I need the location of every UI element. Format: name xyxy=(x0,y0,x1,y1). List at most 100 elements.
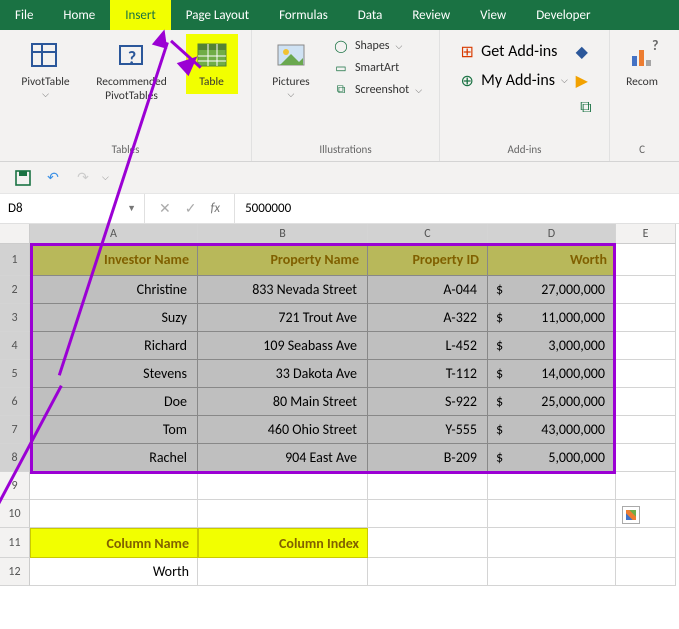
cell-investor[interactable]: Rachel xyxy=(30,444,198,472)
cell-property-id[interactable]: L-452 xyxy=(368,332,488,360)
my-addins-button[interactable]: ⊕My Add-ins ⌵ ▶ xyxy=(455,69,594,92)
cell-empty[interactable] xyxy=(368,528,488,558)
screenshot-button[interactable]: ⧉Screenshot ⌵ xyxy=(329,80,426,100)
cell-empty[interactable] xyxy=(488,500,616,528)
fx-icon[interactable]: fx xyxy=(210,201,220,216)
header-column-index[interactable]: Column Index xyxy=(198,528,368,558)
tab-review[interactable]: Review xyxy=(397,0,465,30)
row-header[interactable]: 8 xyxy=(0,444,30,472)
cell-investor[interactable]: Suzy xyxy=(30,304,198,332)
save-button[interactable] xyxy=(12,167,34,189)
tab-file[interactable]: File xyxy=(0,0,48,30)
cell-property-name[interactable]: 109 Seabass Ave xyxy=(198,332,368,360)
recommended-charts-button[interactable]: ? Recom xyxy=(617,34,667,94)
header-worth[interactable]: Worth xyxy=(488,244,616,276)
formula-input[interactable] xyxy=(235,194,679,223)
cell-worth[interactable]: $11,000,000 xyxy=(488,304,616,332)
cell-empty[interactable] xyxy=(368,472,488,500)
row-header[interactable]: 2 xyxy=(0,276,30,304)
col-header-D[interactable]: D xyxy=(488,224,616,244)
cell-investor[interactable]: Christine xyxy=(30,276,198,304)
col-header-A[interactable]: A xyxy=(30,224,198,244)
smartart-button[interactable]: ▭SmartArt xyxy=(329,58,426,78)
name-box-dropdown-icon[interactable]: ▼ xyxy=(127,203,136,214)
cell-empty[interactable] xyxy=(616,276,676,304)
cell-empty[interactable] xyxy=(616,558,676,586)
cell-property-id[interactable]: A-044 xyxy=(368,276,488,304)
cell-empty[interactable] xyxy=(488,472,616,500)
table-button[interactable]: Table xyxy=(186,34,238,94)
select-all-corner[interactable] xyxy=(0,224,30,244)
col-header-E[interactable]: E xyxy=(616,224,676,244)
cell-worth[interactable]: $43,000,000 xyxy=(488,416,616,444)
row-header[interactable]: 1 xyxy=(0,244,30,276)
cell-property-name[interactable]: 460 Ohio Street xyxy=(198,416,368,444)
row-header[interactable]: 4 xyxy=(0,332,30,360)
header-investor-name[interactable]: Investor Name xyxy=(30,244,198,276)
cell-property-name[interactable]: 721 Trout Ave xyxy=(198,304,368,332)
cell-investor[interactable]: Richard xyxy=(30,332,198,360)
cell-investor[interactable]: Tom xyxy=(30,416,198,444)
tab-view[interactable]: View xyxy=(465,0,521,30)
cell-empty[interactable] xyxy=(616,416,676,444)
cell-worth[interactable]: $14,000,000 xyxy=(488,360,616,388)
cell-empty[interactable] xyxy=(616,332,676,360)
cell-empty[interactable] xyxy=(368,500,488,528)
qat-more-icon[interactable]: ⌵ xyxy=(102,172,109,183)
cell-property-name[interactable]: 833 Nevada Street xyxy=(198,276,368,304)
cell-empty[interactable] xyxy=(616,444,676,472)
cell-worth[interactable]: $5,000,000 xyxy=(488,444,616,472)
cell-property-name[interactable]: 33 Dakota Ave xyxy=(198,360,368,388)
row-header[interactable]: 3 xyxy=(0,304,30,332)
enter-formula-icon[interactable]: ✓ xyxy=(185,200,197,217)
name-box[interactable]: D8 ▼ xyxy=(0,194,145,223)
cell-empty[interactable] xyxy=(488,558,616,586)
cell-property-name[interactable]: 80 Main Street xyxy=(198,388,368,416)
cell-empty[interactable] xyxy=(616,360,676,388)
cell-worth[interactable]: $25,000,000 xyxy=(488,388,616,416)
tab-developer[interactable]: Developer xyxy=(521,0,605,30)
cancel-formula-icon[interactable]: ✕ xyxy=(159,200,171,217)
header-property-name[interactable]: Property Name xyxy=(198,244,368,276)
col-header-B[interactable]: B xyxy=(198,224,368,244)
tab-formulas[interactable]: Formulas xyxy=(264,0,343,30)
pivottable-button[interactable]: PivotTable ⌵ xyxy=(14,34,78,105)
cell-investor[interactable]: Doe xyxy=(30,388,198,416)
cell-property-id[interactable]: A-322 xyxy=(368,304,488,332)
tab-insert[interactable]: Insert xyxy=(110,0,171,30)
row-header[interactable]: 7 xyxy=(0,416,30,444)
cell-worth[interactable]: $3,000,000 xyxy=(488,332,616,360)
cell-property-id[interactable]: B-209 xyxy=(368,444,488,472)
cell-property-name[interactable]: 904 East Ave xyxy=(198,444,368,472)
row-header[interactable]: 10 xyxy=(0,500,30,528)
cell-worth[interactable]: $27,000,000 xyxy=(488,276,616,304)
cell-property-id[interactable]: Y-555 xyxy=(368,416,488,444)
cell-empty[interactable] xyxy=(616,528,676,558)
row-header[interactable]: 6 xyxy=(0,388,30,416)
cell-empty[interactable] xyxy=(616,472,676,500)
row-header[interactable]: 11 xyxy=(0,528,30,558)
cell-empty[interactable] xyxy=(616,244,676,276)
row-header[interactable]: 9 xyxy=(0,472,30,500)
cell-empty[interactable] xyxy=(30,500,198,528)
redo-button[interactable]: ↷ xyxy=(72,167,94,189)
cell-empty[interactable] xyxy=(488,528,616,558)
cell-empty[interactable] xyxy=(198,500,368,528)
cell-empty[interactable] xyxy=(198,472,368,500)
cell-empty[interactable] xyxy=(616,304,676,332)
tab-home[interactable]: Home xyxy=(48,0,110,30)
tab-pagelayout[interactable]: Page Layout xyxy=(171,0,264,30)
row-header[interactable]: 12 xyxy=(0,558,30,586)
cell-investor[interactable]: Stevens xyxy=(30,360,198,388)
cell-empty[interactable] xyxy=(198,558,368,586)
cell-property-id[interactable]: T-112 xyxy=(368,360,488,388)
cell-empty[interactable] xyxy=(30,472,198,500)
tab-data[interactable]: Data xyxy=(343,0,398,30)
pictures-button[interactable]: Pictures ⌵ xyxy=(261,34,321,105)
get-addins-button[interactable]: ⊞Get Add-ins ◆ xyxy=(455,40,594,63)
shapes-button[interactable]: ◯Shapes ⌵ xyxy=(329,36,426,56)
cell-worth-label[interactable]: Worth xyxy=(30,558,198,586)
recommended-pivottables-button[interactable]: ? Recommended PivotTables xyxy=(82,34,182,108)
undo-button[interactable]: ↶ xyxy=(42,167,64,189)
smart-tag-icon[interactable] xyxy=(622,506,640,524)
